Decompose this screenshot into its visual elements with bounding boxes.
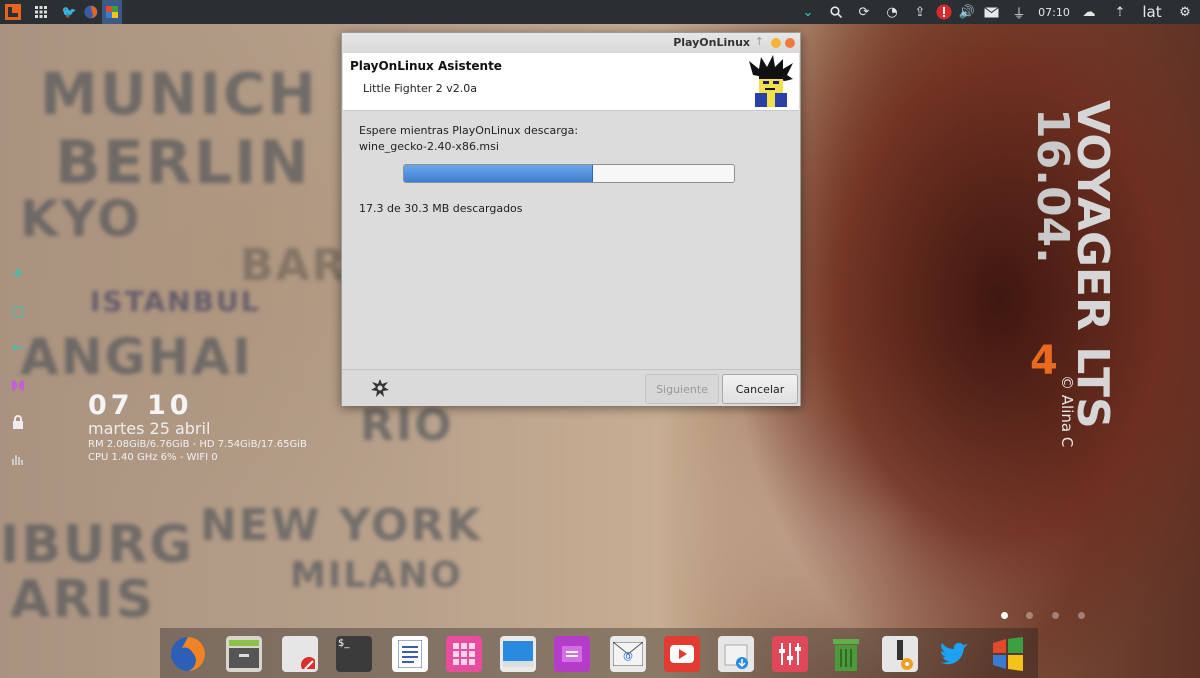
cloud-icon[interactable]: ☁ <box>1080 0 1098 24</box>
wallpaper-city: ANGHAI <box>20 328 253 386</box>
chevron-down-icon[interactable]: ⌄ <box>800 0 816 24</box>
windows-icon[interactable] <box>990 636 1026 672</box>
upload-arrow-icon[interactable]: ⇡ <box>1112 0 1128 24</box>
keyboard-layout[interactable]: lat <box>1136 0 1168 24</box>
search-icon[interactable] <box>828 0 844 24</box>
settings-icon[interactable] <box>882 636 918 672</box>
airplane-icon[interactable]: ✈ <box>8 264 28 284</box>
apps-icon[interactable] <box>446 636 482 672</box>
gear-icon[interactable]: ⚙ <box>1176 0 1194 24</box>
top-panel: 🐦 ⌄ ⟳ ◔ ⇪ 🔊 ⏚ 07:10 ☁ ⇡ lat ⚙ <box>0 0 1200 24</box>
volume-icon[interactable]: 🔊 <box>958 0 976 24</box>
wallpaper-city: NEW YORK <box>200 500 483 551</box>
alert-icon[interactable] <box>935 0 953 24</box>
chat-icon[interactable]: ▢ <box>8 301 28 321</box>
dock: $_ @ <box>160 628 1038 678</box>
clock-icon[interactable]: ◔ <box>884 0 900 24</box>
copyright-text: © Alina C <box>1058 375 1076 448</box>
wallpaper-city: RIO <box>360 400 454 451</box>
stats-icon[interactable] <box>8 449 28 469</box>
arrow-left-icon[interactable]: ← <box>8 338 28 358</box>
downloaded-status: 17.3 de 30.3 MB descargados <box>359 202 523 215</box>
power-plug-icon[interactable]: ⏚ <box>1010 0 1028 24</box>
left-launcher: ✈ ▢ ← ◗◖ <box>8 264 28 486</box>
upload-icon[interactable]: ⇪ <box>912 0 928 24</box>
playonlinux-window: PlayOnLinux ↑ PlayOnLinux Asistente Litt… <box>341 32 801 406</box>
desktop-icon[interactable] <box>500 636 536 672</box>
apps-grid-icon[interactable] <box>32 0 50 24</box>
workspace-dot[interactable] <box>1026 612 1033 619</box>
software-center-icon[interactable] <box>718 636 754 672</box>
svg-text:@: @ <box>623 651 633 662</box>
wallpaper-city: BERLIN <box>55 128 311 198</box>
mail-icon[interactable] <box>982 0 1000 24</box>
wizard-header: PlayOnLinux Asistente Little Fighter 2 v… <box>343 53 799 111</box>
conky-time: 07 10 <box>88 390 193 421</box>
voyager-version: 16.04. <box>1027 108 1078 264</box>
window-titlebar[interactable]: PlayOnLinux ↑ <box>342 33 800 53</box>
clock-time[interactable]: 07:10 <box>1036 0 1072 24</box>
firefox-icon[interactable] <box>170 636 206 672</box>
wizard-subtitle: Little Fighter 2 v2.0a <box>363 82 478 95</box>
purple-box-icon[interactable] <box>554 636 590 672</box>
workspace-dot[interactable] <box>1052 612 1059 619</box>
file-manager-icon[interactable] <box>226 636 262 672</box>
wallpaper-city: MILANO <box>290 555 463 596</box>
lock-icon[interactable] <box>8 412 28 432</box>
download-progress-bar <box>403 164 735 183</box>
wallpaper-city: KYO <box>20 190 142 248</box>
wizard-footer: Siguiente Cancelar <box>342 369 800 406</box>
wallpaper-city: MUNICH <box>40 60 319 128</box>
twitter-icon[interactable] <box>936 636 972 672</box>
wallpaper-city: IBURG <box>0 515 194 575</box>
minimize-button[interactable] <box>771 38 781 48</box>
conky-cpu: CPU 1.40 GHz 6% - WIFI 0 <box>88 452 218 463</box>
trash-icon[interactable] <box>828 636 864 672</box>
playonlinux-icon[interactable] <box>102 0 122 24</box>
mask-icon[interactable]: ◗◖ <box>8 375 28 395</box>
wait-label: Espere mientras PlayOnLinux descarga: <box>359 124 579 137</box>
wizard-content: Espere mientras PlayOnLinux descarga: wi… <box>342 111 800 369</box>
firefox-icon[interactable] <box>82 0 100 24</box>
conky-date: martes 25 abril <box>88 419 211 438</box>
voyager-number: 4 <box>1030 338 1058 384</box>
workspace-dot-active[interactable] <box>1001 612 1008 619</box>
wallpaper-city: ARIS <box>10 570 156 630</box>
ubuntu-menu-icon[interactable] <box>4 0 22 24</box>
game-avatar-image <box>745 55 797 107</box>
progress-fill <box>404 165 594 182</box>
conky-widget: 07 10 martes 25 abril RM 2.08GiB/6.76GiB… <box>88 390 307 464</box>
mixer-icon[interactable] <box>772 636 808 672</box>
refresh-icon[interactable]: ⟳ <box>856 0 872 24</box>
mail-client-icon[interactable]: @ <box>610 636 646 672</box>
workspace-dot[interactable] <box>1078 612 1085 619</box>
wizard-title: PlayOnLinux Asistente <box>350 59 502 73</box>
window-title: PlayOnLinux <box>673 36 750 49</box>
conky-memory: RM 2.08GiB/6.76GiB - HD 7.54GiB/17.65GiB <box>88 439 307 450</box>
pin-icon[interactable]: ↑ <box>755 35 764 48</box>
next-button[interactable]: Siguiente <box>645 374 719 404</box>
writer-icon[interactable] <box>392 636 428 672</box>
wallpaper-city: ISTANBUL <box>90 285 261 318</box>
terminal-icon[interactable]: $_ <box>336 636 372 672</box>
close-button[interactable] <box>785 38 795 48</box>
download-filename: wine_gecko-2.40-x86.msi <box>359 140 499 153</box>
cancel-button[interactable]: Cancelar <box>722 374 798 404</box>
youtube-icon[interactable] <box>664 636 700 672</box>
twitter-icon[interactable]: 🐦 <box>60 0 78 24</box>
gear-star-icon[interactable] <box>370 378 390 398</box>
text-editor-icon[interactable] <box>282 636 318 672</box>
